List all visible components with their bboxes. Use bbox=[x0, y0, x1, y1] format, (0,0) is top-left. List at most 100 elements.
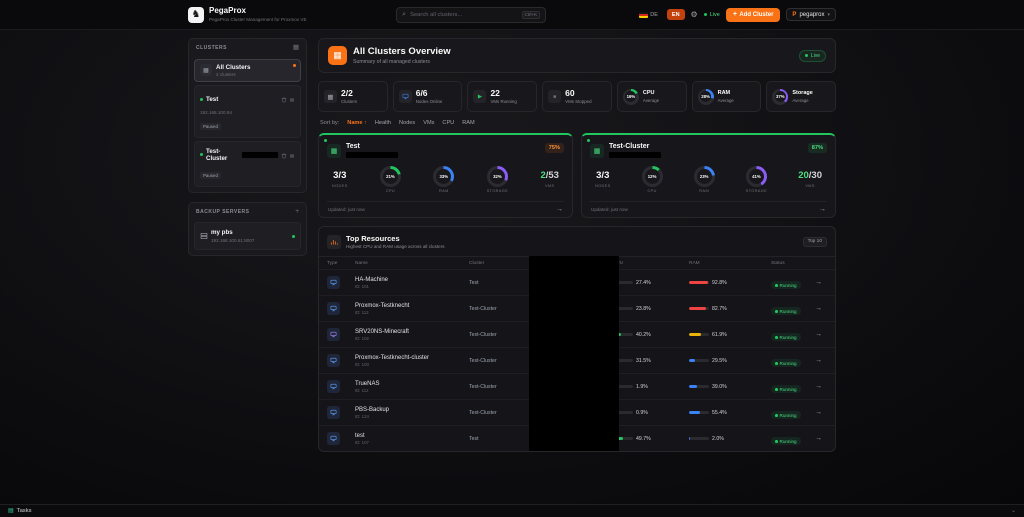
search-input[interactable] bbox=[410, 12, 517, 18]
top-resources-card: Top Resources Highest CPU and RAM usage … bbox=[318, 226, 836, 452]
sort-option-vms[interactable]: VMs bbox=[423, 120, 434, 126]
online-dot-icon bbox=[292, 235, 295, 238]
sort-option-name[interactable]: Name ↑ bbox=[347, 120, 367, 126]
sort-option-health[interactable]: Health bbox=[375, 120, 391, 126]
cluster-name: Test bbox=[346, 143, 398, 150]
vms-total: /53 bbox=[546, 170, 559, 181]
redacted-column bbox=[529, 256, 619, 451]
cpu-value: 49.7% bbox=[636, 436, 651, 442]
page-title: All Clusters Overview bbox=[353, 46, 451, 57]
lang-en-label: EN bbox=[672, 12, 680, 18]
stat-value: 2/2 bbox=[341, 89, 357, 98]
lang-en-button[interactable]: EN bbox=[667, 9, 685, 20]
col-status: Status bbox=[771, 261, 811, 266]
row-arrow-icon[interactable]: → bbox=[815, 383, 827, 390]
ram-bar bbox=[689, 281, 709, 285]
sort-option-ram[interactable]: RAM bbox=[462, 120, 474, 126]
cpu-donut: 12% bbox=[642, 166, 663, 187]
redacted-text bbox=[242, 152, 277, 158]
status-badge: Running bbox=[771, 385, 801, 393]
arrow-right-icon[interactable]: → bbox=[556, 206, 563, 213]
row-arrow-icon[interactable]: → bbox=[815, 279, 827, 286]
stat-value: 22 bbox=[490, 89, 516, 98]
app-logo: ♞ bbox=[188, 7, 204, 23]
app-subtitle: PegaProx Cluster Management for Proxmox … bbox=[209, 17, 307, 22]
stat-cpu-average: 16% CPU Average bbox=[617, 81, 687, 112]
vm-id: ID: 100 bbox=[355, 362, 465, 367]
vm-id: ID: 113 bbox=[355, 310, 465, 315]
storage-donut: 41% bbox=[746, 166, 767, 187]
vm-cluster: Test-Cluster bbox=[469, 358, 527, 364]
vm-id: ID: 102 bbox=[355, 336, 465, 341]
vm-name: Proxmox-Testknecht bbox=[355, 303, 465, 309]
row-arrow-icon[interactable]: → bbox=[815, 409, 827, 416]
stat-value: 60 bbox=[565, 89, 591, 98]
status-badge: Running bbox=[771, 281, 801, 289]
sidebar-item-test-cluster[interactable]: Test-Cluster Paused bbox=[194, 141, 301, 187]
cluster-name: Test-Cluster bbox=[206, 148, 237, 162]
lang-de-button[interactable]: DE bbox=[636, 10, 661, 20]
backup-servers-header: BACKUP SERVERS bbox=[196, 209, 250, 215]
pause-cluster-icon[interactable] bbox=[289, 146, 295, 164]
stat-label: VMs Running bbox=[490, 99, 516, 104]
cluster-card-test[interactable]: ▦ Test 75% 3/3 NODES 21% CPU bbox=[318, 133, 573, 218]
sidebar-item-my-pbs[interactable]: my pbs 192.168.100.61:8007 bbox=[194, 222, 301, 250]
stats-row: ▦ 2/2 Clusters 6/6 Nodes Online ▶ 22 VMs… bbox=[318, 81, 836, 112]
row-arrow-icon[interactable]: → bbox=[815, 331, 827, 338]
delete-cluster-icon[interactable] bbox=[281, 146, 287, 164]
donut-label: CPU bbox=[386, 189, 395, 193]
health-badge: 87% bbox=[808, 143, 827, 153]
ram-donut: 23% bbox=[694, 166, 715, 187]
brand: ♞ PegaProx PegaProx Cluster Management f… bbox=[188, 7, 307, 23]
vm-icon bbox=[327, 432, 340, 445]
cluster-icon: ▦ bbox=[327, 144, 341, 158]
cluster-cards-row: ▦ Test 75% 3/3 NODES 21% CPU bbox=[318, 133, 836, 218]
tasks-icon: ▤ bbox=[8, 508, 14, 514]
status-dot-icon bbox=[775, 440, 778, 443]
ram-bar bbox=[689, 411, 709, 415]
status-badge: Running bbox=[771, 411, 801, 419]
live-dot-icon bbox=[704, 13, 708, 17]
col-name: Name bbox=[355, 261, 465, 266]
search-bar[interactable]: ⌕ Ctrl+K bbox=[396, 7, 546, 23]
delete-cluster-icon[interactable] bbox=[281, 90, 287, 108]
vm-name: Proxmox-Testknecht-cluster bbox=[355, 355, 465, 361]
top-resources-icon bbox=[327, 235, 341, 249]
pause-cluster-icon[interactable] bbox=[289, 90, 295, 108]
add-cluster-button[interactable]: + Add Cluster bbox=[726, 8, 781, 22]
paused-badge: Paused bbox=[200, 123, 221, 130]
plus-icon: + bbox=[733, 11, 737, 18]
tasks-bar[interactable]: ▤ Tasks ⌄ bbox=[0, 504, 1024, 517]
stat-sub: Average bbox=[718, 98, 734, 103]
row-arrow-icon[interactable]: → bbox=[815, 357, 827, 364]
vm-name: test bbox=[355, 433, 465, 439]
status-badge: Running bbox=[771, 359, 801, 367]
grid-icon[interactable]: ▦ bbox=[293, 45, 299, 52]
sidebar-item-test[interactable]: Test 192.168.100.94 Paused bbox=[194, 85, 301, 138]
ram-value: 29.5% bbox=[712, 358, 727, 364]
cpu-value: 1.9% bbox=[636, 384, 648, 390]
clusters-panel: CLUSTERS ▦ ▦ All Clusters 2 clusters Tes… bbox=[188, 38, 307, 193]
online-dot-icon bbox=[200, 153, 203, 156]
donut-label: RAM bbox=[439, 189, 449, 193]
status-badge: Running bbox=[771, 437, 801, 445]
sort-option-cpu[interactable]: CPU bbox=[442, 120, 454, 126]
cluster-card-test-cluster[interactable]: ▦ Test-Cluster 87% 3/3 NODES 12% CPU bbox=[581, 133, 836, 218]
user-menu[interactable]: P pegaprox ▾ bbox=[786, 8, 836, 21]
row-arrow-icon[interactable]: → bbox=[815, 305, 827, 312]
backup-server-name: my pbs bbox=[211, 229, 254, 236]
chevron-down-icon[interactable]: ⌄ bbox=[1011, 508, 1016, 514]
sidebar-item-all-clusters[interactable]: ▦ All Clusters 2 clusters bbox=[194, 59, 301, 83]
search-shortcut: Ctrl+K bbox=[522, 11, 541, 19]
row-arrow-icon[interactable]: → bbox=[815, 435, 827, 442]
ram-value: 39.0% bbox=[712, 384, 727, 390]
settings-gear-icon[interactable]: ⚙ bbox=[691, 11, 698, 19]
arrow-right-icon[interactable]: → bbox=[819, 206, 826, 213]
ram-value: 82.7% bbox=[712, 306, 727, 312]
vm-id: ID: 107 bbox=[355, 440, 465, 445]
vms-running: 20 bbox=[798, 170, 809, 181]
add-backup-server-button[interactable]: + bbox=[295, 209, 299, 216]
live-badge: Live bbox=[799, 50, 826, 62]
health-badge: 75% bbox=[545, 143, 564, 153]
sort-option-nodes[interactable]: Nodes bbox=[399, 120, 415, 126]
